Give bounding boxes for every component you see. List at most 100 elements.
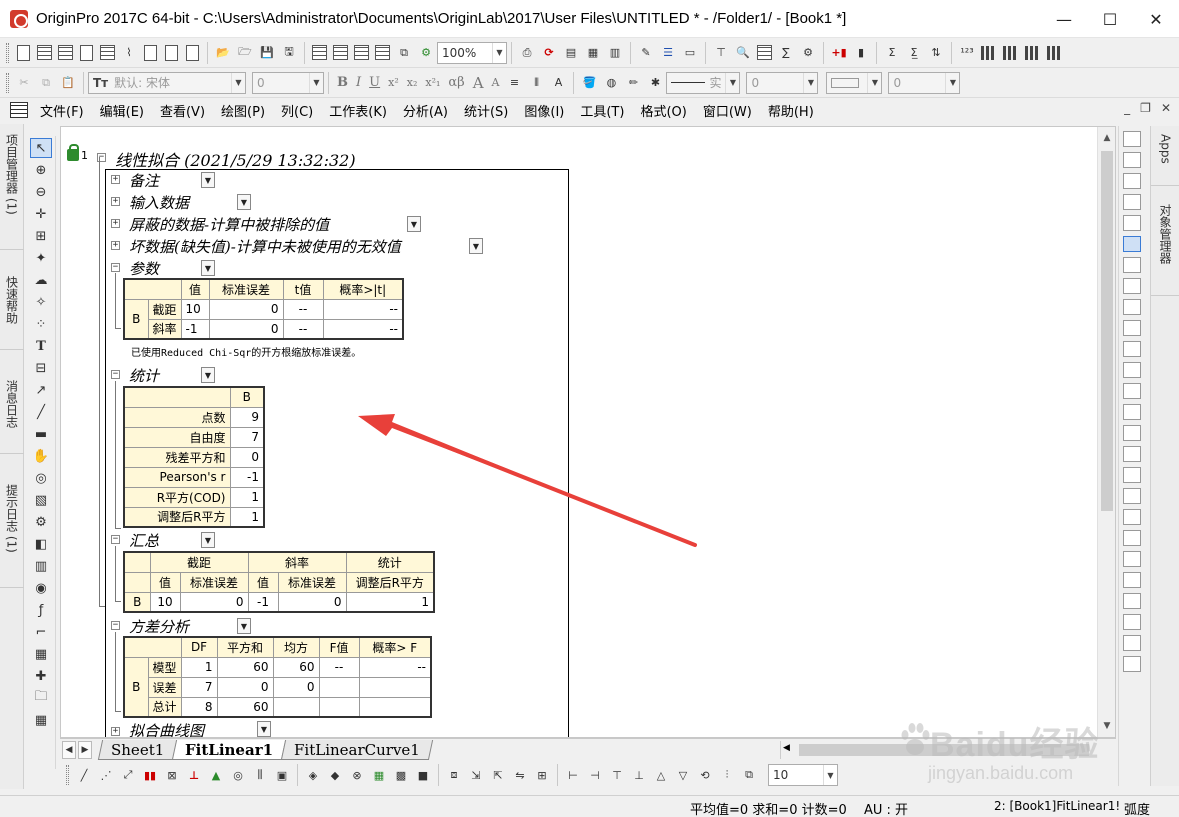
collapse-icon[interactable]: − <box>111 370 120 379</box>
zoom-in-icon[interactable]: ⊕ <box>30 160 52 180</box>
chevron-down-icon[interactable]: ▼ <box>823 765 837 785</box>
expand-icon[interactable]: + <box>111 727 120 736</box>
menu-plot[interactable]: 绘图(P) <box>221 101 265 120</box>
mdi-minimize-icon[interactable]: _ <box>1124 101 1130 115</box>
inverted-triangle-obj-icon[interactable]: ▽ <box>674 766 692 784</box>
surface-plot-icon[interactable]: ◆ <box>326 766 344 784</box>
duplicate-icon[interactable]: ⧉ <box>395 44 413 62</box>
scale-icon[interactable]: ⊞ <box>30 226 52 246</box>
workbook-icon[interactable] <box>10 102 28 118</box>
zoom-out-icon[interactable]: ⊖ <box>30 182 52 202</box>
column-tool-icon[interactable]: ▥ <box>30 556 52 576</box>
italic-button[interactable]: I <box>356 75 361 90</box>
sort-icon[interactable]: ⇅ <box>927 44 945 62</box>
node-parameters[interactable]: 参数 <box>129 258 159 279</box>
vertical-scrollbar[interactable]: ▲ ▼ <box>1097 127 1115 737</box>
tab-hint-log[interactable]: 提示日志 (1) <box>0 478 24 588</box>
cell[interactable]: 10 <box>149 591 181 613</box>
expand-icon[interactable]: + <box>111 219 120 228</box>
new-project-icon[interactable] <box>17 44 30 61</box>
tab-message-log[interactable]: 消息日志 <box>0 374 24 454</box>
stack-2-icon[interactable] <box>1123 488 1141 504</box>
axis-z-icon[interactable] <box>1123 215 1141 231</box>
cell[interactable] <box>272 696 320 718</box>
collapse-icon[interactable]: − <box>111 621 120 630</box>
cell[interactable]: 8 <box>180 696 218 718</box>
grid-custom-icon[interactable] <box>1123 320 1141 336</box>
cut-icon[interactable]: ✂ <box>15 74 33 92</box>
cell[interactable]: -- <box>282 298 324 320</box>
mask-icon[interactable]: ✧ <box>30 292 52 312</box>
fill-color-icon[interactable]: 🪣 <box>580 74 598 92</box>
cell[interactable]: -- <box>322 318 404 340</box>
menu-column[interactable]: 列(C) <box>281 101 313 120</box>
menu-format[interactable]: 格式(O) <box>640 101 686 120</box>
align-left-icon[interactable]: ≡ <box>505 74 523 92</box>
copy-icon[interactable]: ⧉ <box>37 74 55 92</box>
cell[interactable]: 7 <box>180 676 218 698</box>
chevron-down-icon[interactable]: ▼ <box>201 367 215 383</box>
tab-apps[interactable]: Apps <box>1151 126 1179 186</box>
chevron-down-icon[interactable]: ▼ <box>257 721 271 737</box>
import-single-icon[interactable] <box>312 45 327 60</box>
stack-8-icon[interactable] <box>1123 614 1141 630</box>
line-symbol-icon[interactable]: ⤢ <box>119 766 137 784</box>
chevron-down-icon[interactable]: ▼ <box>309 72 323 93</box>
template-plot-icon[interactable]: ▣ <box>273 766 291 784</box>
function-tool-icon[interactable]: ƒ <box>30 600 52 620</box>
polar-plot-icon[interactable]: ◎ <box>229 766 247 784</box>
circle-tool-icon[interactable]: ◉ <box>30 578 52 598</box>
arrange-layers-icon[interactable]: ⊞ <box>533 766 551 784</box>
tab-project-explorer[interactable]: 项目管理器 (1) <box>0 128 24 250</box>
menu-help[interactable]: 帮助(H) <box>768 101 814 120</box>
new-excel-icon[interactable] <box>100 45 115 60</box>
cell[interactable]: -- <box>282 318 324 340</box>
toolbar-grip[interactable] <box>66 765 69 785</box>
scroll-down-icon[interactable]: ▼ <box>1098 717 1115 735</box>
tab-quick-help[interactable]: 快速帮助 <box>0 270 24 350</box>
layer-tool-icon[interactable]: ◧ <box>30 534 52 554</box>
menu-file[interactable]: 文件(F) <box>40 101 84 120</box>
node-summary[interactable]: 汇总 <box>129 530 159 551</box>
lock-icon[interactable] <box>67 144 79 161</box>
open-folder-icon[interactable]: 📂 <box>214 44 232 62</box>
add-column-icon[interactable]: +▮ <box>830 44 848 62</box>
cell[interactable]: 10 <box>180 298 210 320</box>
align-bottom-obj-icon[interactable]: ⊥ <box>630 766 648 784</box>
snapshot-tool-icon[interactable]: ✚ <box>30 666 52 686</box>
stack-9-icon[interactable] <box>1123 635 1141 651</box>
cell[interactable]: 60 <box>216 656 274 678</box>
folder-tool-icon[interactable]: 🗀 <box>30 688 52 708</box>
table-tool-icon[interactable]: ▦ <box>30 710 52 730</box>
box-plot-icon[interactable]: ⊥ <box>185 766 203 784</box>
find-icon[interactable]: 🔍 <box>734 44 752 62</box>
cell[interactable]: -- <box>318 656 360 678</box>
grid-2x2-icon[interactable] <box>1123 278 1141 294</box>
status-angle-unit[interactable]: 弧度 <box>1124 799 1150 817</box>
new-function-icon[interactable]: ⌇ <box>120 44 138 62</box>
results-log-icon[interactable]: ▦ <box>584 44 602 62</box>
column-chart-icon[interactable] <box>1003 45 1019 60</box>
maximize-button[interactable]: ☐ <box>1087 0 1133 38</box>
node-masked-data[interactable]: 屏蔽的数据-计算中被排除的值 <box>129 214 329 235</box>
cell[interactable]: 9 <box>229 406 265 428</box>
chevron-down-icon[interactable]: ▼ <box>725 72 739 93</box>
mdi-close-icon[interactable]: ✕ <box>1161 101 1171 115</box>
align-right-obj-icon[interactable]: ⊣ <box>586 766 604 784</box>
mdi-restore-icon[interactable]: ❐ <box>1140 101 1151 115</box>
grid-2x1-icon[interactable] <box>1123 257 1141 273</box>
axis-xy-icon[interactable] <box>1123 194 1141 210</box>
menu-tools[interactable]: 工具(T) <box>580 101 624 120</box>
image-plot-icon[interactable]: ▩ <box>392 766 410 784</box>
align-left-obj-icon[interactable]: ⊢ <box>564 766 582 784</box>
save-project-icon[interactable]: 💾 <box>258 44 276 62</box>
cell[interactable]: 0 <box>208 298 284 320</box>
stack-3-icon[interactable] <box>1123 509 1141 525</box>
chevron-down-icon[interactable]: ▼ <box>492 42 506 63</box>
tab-sheet1[interactable]: Sheet1 <box>97 739 178 760</box>
collapse-icon[interactable]: − <box>111 263 120 272</box>
annotation-icon[interactable]: ⊟ <box>30 358 52 378</box>
font-combo[interactable]: Tт 默认: 宋体 ▼ <box>88 71 246 94</box>
close-button[interactable]: ✕ <box>1133 0 1179 38</box>
tab-object-manager[interactable]: 对象管理器 <box>1151 196 1179 296</box>
